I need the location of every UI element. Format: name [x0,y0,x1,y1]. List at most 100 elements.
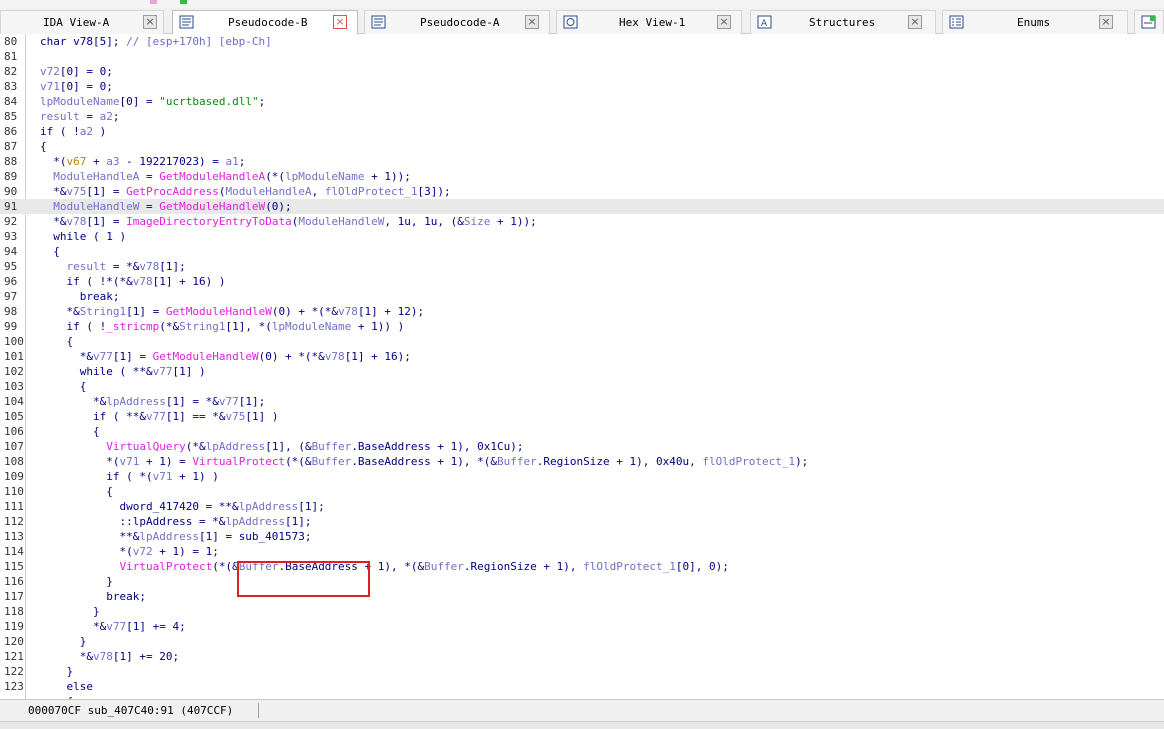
code-line[interactable]: 83 v71[0] = 0; [0,79,1164,94]
code-token: v78 [139,260,160,273]
code-token: GetModuleHandleW [165,305,272,318]
code-line[interactable]: 112 ::lpAddress = *&lpAddress[1]; [0,514,1164,529]
code-line[interactable]: 97 break; [0,289,1164,304]
tab-ida-view-a[interactable]: IDA View-A × [0,10,164,34]
code-line[interactable]: 88 *(v67 + a3 - 192217023) = a1; [0,154,1164,169]
tab-pseudocode-b[interactable]: Pseudocode-B × [172,10,358,35]
code-line[interactable]: 80 char v78[5]; // [esp+170h] [ebp-Ch] [0,34,1164,49]
code-line[interactable]: 123 else [0,679,1164,694]
line-number: 83 [4,80,18,93]
code-token: [1] + 12); [357,305,425,318]
code-line[interactable]: 109 if ( *(v71 + 1) ) [0,469,1164,484]
code-line[interactable]: 110 { [0,484,1164,499]
code-line[interactable]: 102 while ( **&v77[1] ) [0,364,1164,379]
code-line[interactable]: 115 VirtualProtect(*(&Buffer.BaseAddress… [0,559,1164,574]
code-line[interactable]: 111 dword_417420 = **&lpAddress[1]; [0,499,1164,514]
code-line[interactable]: 82 v72[0] = 0; [0,64,1164,79]
line-number: 85 [4,110,18,123]
code-token: v77 [92,350,113,363]
tab-close-button[interactable]: × [525,15,539,29]
code-token: *& [40,620,107,633]
tab-close-button[interactable]: × [143,15,157,29]
code-token: VirtualProtect [119,560,213,573]
code-token: [1] += 20; [112,650,180,663]
line-number: 117 [4,590,24,603]
code-token: [0] = 0; [59,80,113,93]
code-token: *& [40,305,80,318]
code-token: if ( ! [40,125,80,138]
line-number: 113 [4,530,24,543]
code-token: } [40,575,113,588]
code-token: lpModuleName [40,95,120,108]
code-line[interactable]: 99 if ( !_stricmp(*&String1[1], *(lpModu… [0,319,1164,334]
code-token: (*& [185,440,206,453]
line-number: 91 [4,200,18,213]
code-line[interactable]: 122 } [0,664,1164,679]
code-line[interactable]: 105 if ( **&v77[1] == *&v75[1] ) [0,409,1164,424]
code-line[interactable]: 95 result = *&v78[1]; [0,259,1164,274]
code-text: { [40,484,113,499]
tab-overflow[interactable] [1134,10,1164,34]
tab-close-button[interactable]: × [1099,15,1113,29]
pseudocode-icon [371,15,386,29]
code-line[interactable]: 107 VirtualQuery(*&lpAddress[1], (&Buffe… [0,439,1164,454]
code-line[interactable]: 90 *&v75[1] = GetProcAddress(ModuleHandl… [0,184,1164,199]
tab-close-button[interactable]: × [717,15,731,29]
tab-hex-view-1[interactable]: Hex View-1 × [556,10,742,34]
code-line[interactable]: 91 ModuleHandleW = GetModuleHandleW(0); [0,199,1164,214]
code-token: *( [40,155,67,168]
code-line[interactable]: 96 if ( !*(*&v78[1] + 16) ) [0,274,1164,289]
code-line[interactable]: 119 *&v77[1] += 4; [0,619,1164,634]
code-token: { [40,140,47,153]
code-line[interactable]: 84 lpModuleName[0] = "ucrtbased.dll"; [0,94,1164,109]
code-token: Size [463,215,491,228]
code-token: + 1) ) [172,470,219,483]
code-line[interactable]: 106 { [0,424,1164,439]
code-token: } [40,605,100,618]
code-line[interactable]: 114 *(v72 + 1) = 1; [0,544,1164,559]
code-line[interactable]: 117 break; [0,589,1164,604]
code-line[interactable]: 86 if ( !a2 ) [0,124,1164,139]
code-line[interactable]: 92 *&v78[1] = ImageDirectoryEntryToData(… [0,214,1164,229]
code-token: .BaseAddress + 1), 0x1Cu); [351,440,524,453]
tab-close-button[interactable]: × [908,15,922,29]
code-line[interactable]: 93 while ( 1 ) [0,229,1164,244]
code-token: [1] == *& [165,410,226,423]
code-line[interactable]: 103 { [0,379,1164,394]
tab-pseudocode-a[interactable]: Pseudocode-A × [364,10,550,34]
code-token: lpAddress [225,515,286,528]
code-line[interactable]: 118 } [0,604,1164,619]
tab-structures[interactable]: A Structures × [750,10,936,34]
code-line[interactable]: 100 { [0,334,1164,349]
code-token: lpAddress [106,395,166,408]
code-line[interactable]: 85 result = a2; [0,109,1164,124]
code-token: GetModuleHandleA [159,170,266,183]
code-line[interactable]: 113 **&lpAddress[1] = sub_401573; [0,529,1164,544]
code-line[interactable]: 121 *&v78[1] += 20; [0,649,1164,664]
code-token: [3]); [417,185,451,198]
code-token: v77 [218,395,239,408]
code-token: break; [40,290,120,303]
code-line[interactable]: 101 *&v77[1] = GetModuleHandleW(0) + *(*… [0,349,1164,364]
pseudocode-editor[interactable]: 80 char v78[5]; // [esp+170h] [ebp-Ch] 81 8… [0,34,1164,699]
code-line[interactable]: 94 { [0,244,1164,259]
code-token: v77 [152,365,173,378]
code-token: _stricmp [106,320,160,333]
code-line[interactable]: 108 *(v71 + 1) = VirtualProtect(*(&Buffe… [0,454,1164,469]
code-text: *(v67 + a3 - 192217023) = a1; [40,154,245,169]
code-line[interactable]: 81 [0,49,1164,64]
code-token: , 1u, 1u, (& [384,215,464,228]
code-line[interactable]: 87 { [0,139,1164,154]
code-line[interactable]: 98 *&String1[1] = GetModuleHandleW(0) + … [0,304,1164,319]
code-line[interactable]: 89 ModuleHandleA = GetModuleHandleA(*(lp… [0,169,1164,184]
code-line[interactable]: 104 *&lpAddress[1] = *&v77[1]; [0,394,1164,409]
code-token: a1 [225,155,239,168]
code-line[interactable]: 116 } [0,574,1164,589]
code-line[interactable]: 120 } [0,634,1164,649]
highlight-annotation-box [237,561,370,597]
code-token: lpAddress [139,530,199,543]
tab-enums[interactable]: Enums × [942,10,1128,34]
tab-close-button[interactable]: × [333,15,347,29]
